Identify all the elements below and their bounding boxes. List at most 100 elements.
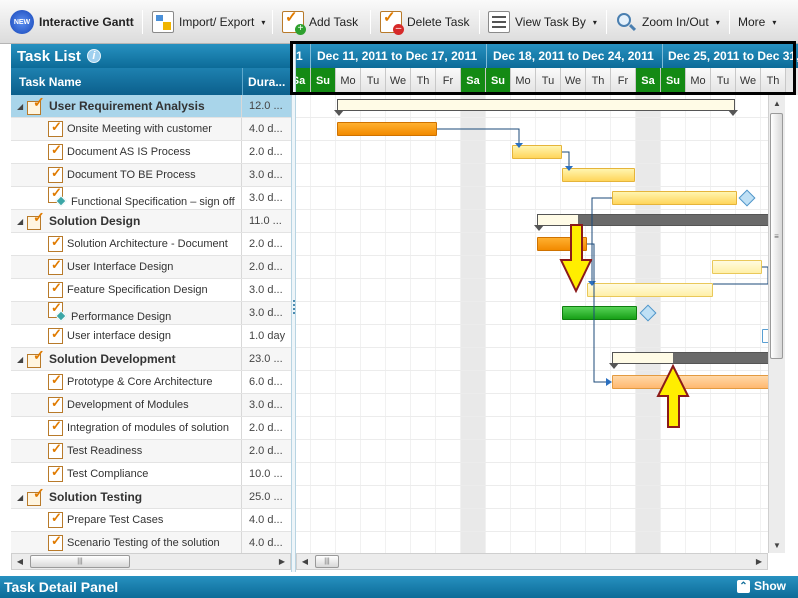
task-row[interactable]: Document AS IS Process 2.0 d... bbox=[11, 141, 291, 164]
task-row[interactable]: Test Readiness 2.0 d... bbox=[11, 440, 291, 463]
view-task-by-button[interactable]: View Task By ▾ bbox=[484, 8, 601, 36]
task-row[interactable]: Test Compliance 10.0 ... bbox=[11, 463, 291, 486]
task-row[interactable]: Prototype & Core Architecture 6.0 d... bbox=[11, 371, 291, 394]
task-group-row[interactable]: ◢ Solution Design 11.0 ... bbox=[11, 210, 291, 233]
task-duration-cell[interactable]: 6.0 d... bbox=[243, 371, 291, 393]
task-row[interactable]: Solution Architecture - Document 2.0 d... bbox=[11, 233, 291, 256]
task-duration-cell[interactable]: 4.0 d... bbox=[243, 509, 291, 531]
task-name-cell[interactable]: Onsite Meeting with customer bbox=[11, 118, 242, 140]
task-duration-cell[interactable]: 2.0 d... bbox=[243, 256, 291, 278]
delete-task-icon: ✓ – bbox=[380, 9, 404, 35]
scroll-left-arrow-icon[interactable]: ◀ bbox=[12, 554, 28, 569]
delete-task-button[interactable]: ✓ – Delete Task bbox=[376, 8, 473, 36]
task-duration-cell[interactable]: 23.0 ... bbox=[243, 348, 291, 370]
import-export-button[interactable]: Import/ Export ▾ bbox=[148, 8, 269, 36]
more-button[interactable]: More ▾ bbox=[734, 8, 780, 36]
column-header-duration[interactable]: Dura... bbox=[243, 68, 291, 95]
scroll-thumb[interactable]: ≡ bbox=[770, 113, 783, 359]
task-name-cell[interactable]: Document AS IS Process bbox=[11, 141, 242, 163]
task-duration-cell[interactable]: 10.0 ... bbox=[243, 463, 291, 485]
timeline-day-label: We bbox=[561, 68, 586, 94]
column-header-task-name[interactable]: Task Name bbox=[11, 68, 243, 95]
task-name-cell[interactable]: ◢ User Requirement Analysis bbox=[11, 95, 242, 117]
timeline-day-label: Sa bbox=[461, 68, 486, 94]
task-duration-cell[interactable]: 4.0 d... bbox=[243, 118, 291, 140]
scroll-right-arrow-icon[interactable]: ▶ bbox=[751, 554, 767, 569]
scroll-thumb[interactable]: ||| bbox=[30, 555, 130, 568]
task-group-row[interactable]: ◢ User Requirement Analysis 12.0 ... bbox=[11, 95, 291, 118]
task-name-cell[interactable]: Solution Architecture - Document bbox=[11, 233, 242, 255]
task-row[interactable]: Performance Design 3.0 d... bbox=[11, 302, 291, 325]
task-row[interactable]: Document TO BE Process 3.0 d... bbox=[11, 164, 291, 187]
task-duration-cell[interactable]: 3.0 d... bbox=[243, 164, 291, 186]
task-duration-cell[interactable]: 12.0 ... bbox=[243, 95, 291, 117]
task-name-label: Feature Specification Design bbox=[67, 284, 208, 296]
task-duration-cell[interactable]: 3.0 d... bbox=[243, 187, 291, 209]
dependency-connector-line bbox=[713, 266, 769, 285]
task-duration-cell[interactable]: 2.0 d... bbox=[243, 141, 291, 163]
task-row[interactable]: Functional Specification – sign off 3.0 d… bbox=[11, 187, 291, 210]
task-grid-horizontal-scrollbar[interactable]: ◀ ||| ▶ bbox=[11, 553, 291, 570]
task-duration-cell[interactable]: 3.0 d... bbox=[243, 279, 291, 301]
task-duration-cell[interactable]: 3.0 d... bbox=[243, 302, 291, 324]
scroll-left-arrow-icon[interactable]: ◀ bbox=[297, 554, 313, 569]
scroll-up-arrow-icon[interactable]: ▲ bbox=[769, 95, 785, 111]
task-name-cell[interactable]: ◢ Solution Testing bbox=[11, 486, 242, 508]
scroll-down-arrow-icon[interactable]: ▼ bbox=[769, 537, 785, 553]
task-name-cell[interactable]: Test Readiness bbox=[11, 440, 242, 462]
show-button[interactable]: ⌃ Show bbox=[737, 579, 786, 593]
task-name-cell[interactable]: Integration of modules of solution bbox=[11, 417, 242, 439]
dependency-connector-line bbox=[591, 197, 612, 282]
collapse-triangle-icon[interactable]: ◢ bbox=[17, 217, 25, 226]
task-name-cell[interactable]: Prototype & Core Architecture bbox=[11, 371, 242, 393]
task-duration-cell[interactable]: 2.0 d... bbox=[243, 233, 291, 255]
task-row[interactable]: Onsite Meeting with customer 4.0 d... bbox=[11, 118, 291, 141]
task-duration-cell[interactable]: 2.0 d... bbox=[243, 417, 291, 439]
task-name-cell[interactable]: Test Compliance bbox=[11, 463, 242, 485]
task-row[interactable]: Prepare Test Cases 4.0 d... bbox=[11, 509, 291, 532]
task-group-row[interactable]: ◢ Solution Development 23.0 ... bbox=[11, 348, 291, 371]
task-row[interactable]: Development of Modules 3.0 d... bbox=[11, 394, 291, 417]
task-name-cell[interactable]: Development of Modules bbox=[11, 394, 242, 416]
add-task-button[interactable]: ✓ + Add Task bbox=[278, 8, 362, 36]
task-group-row[interactable]: ◢ Solution Testing 25.0 ... bbox=[11, 486, 291, 509]
view-task-by-label: View Task By bbox=[515, 15, 586, 29]
task-row[interactable]: Integration of modules of solution 2.0 d.… bbox=[11, 417, 291, 440]
info-icon[interactable]: i bbox=[86, 49, 101, 63]
collapse-triangle-icon[interactable]: ◢ bbox=[17, 493, 25, 502]
scroll-thumb[interactable]: ||| bbox=[315, 555, 339, 568]
task-duration-cell[interactable]: 3.0 d... bbox=[243, 394, 291, 416]
task-name-cell[interactable]: User Interface Design bbox=[11, 256, 242, 278]
task-row[interactable]: Feature Specification Design 3.0 d... bbox=[11, 279, 291, 302]
task-row[interactable]: User Interface Design 2.0 d... bbox=[11, 256, 291, 279]
gantt-vertical-scrollbar[interactable]: ▲ ≡ ▼ bbox=[768, 95, 785, 553]
zoom-button[interactable]: Zoom In/Out ▾ bbox=[611, 8, 724, 36]
task-duration-cell[interactable]: 11.0 ... bbox=[243, 210, 291, 232]
task-row[interactable]: User interface design 1.0 day bbox=[11, 325, 291, 348]
collapse-triangle-icon[interactable]: ◢ bbox=[17, 102, 25, 111]
task-duration-cell[interactable]: 2.0 d... bbox=[243, 440, 291, 462]
task-check-icon bbox=[48, 280, 63, 298]
task-check-icon bbox=[48, 372, 63, 390]
task-name-cell[interactable]: Functional Specification – sign off bbox=[11, 187, 242, 209]
splitter-grip-icon[interactable] bbox=[293, 300, 295, 314]
gantt-dependency-layer bbox=[437, 128, 769, 428]
task-name-cell[interactable]: Feature Specification Design bbox=[11, 279, 242, 301]
task-name-cell[interactable]: ◢ Solution Design bbox=[11, 210, 242, 232]
task-grid-column-headers: Task Name Dura... bbox=[11, 68, 291, 95]
task-name-cell[interactable]: ◢ Solution Development bbox=[11, 348, 242, 370]
collapse-triangle-icon[interactable]: ◢ bbox=[17, 355, 25, 364]
task-name-cell[interactable]: Prepare Test Cases bbox=[11, 509, 242, 531]
task-duration-cell[interactable]: 1.0 day bbox=[243, 325, 291, 347]
timeline-day-label: Th bbox=[761, 68, 786, 94]
task-row[interactable]: Scenario Testing of the solution 4.0 d... bbox=[11, 532, 291, 553]
task-name-cell[interactable]: Document TO BE Process bbox=[11, 164, 242, 186]
task-name-cell[interactable]: Scenario Testing of the solution bbox=[11, 532, 242, 553]
task-name-cell[interactable]: Performance Design bbox=[11, 302, 242, 324]
task-duration-cell[interactable]: 25.0 ... bbox=[243, 486, 291, 508]
gantt-horizontal-scrollbar[interactable]: ◀ ||| ▶ bbox=[296, 553, 768, 570]
zoom-label: Zoom In/Out bbox=[642, 15, 709, 29]
task-name-cell[interactable]: User interface design bbox=[11, 325, 242, 347]
task-duration-cell[interactable]: 4.0 d... bbox=[243, 532, 291, 553]
scroll-right-arrow-icon[interactable]: ▶ bbox=[274, 554, 290, 569]
